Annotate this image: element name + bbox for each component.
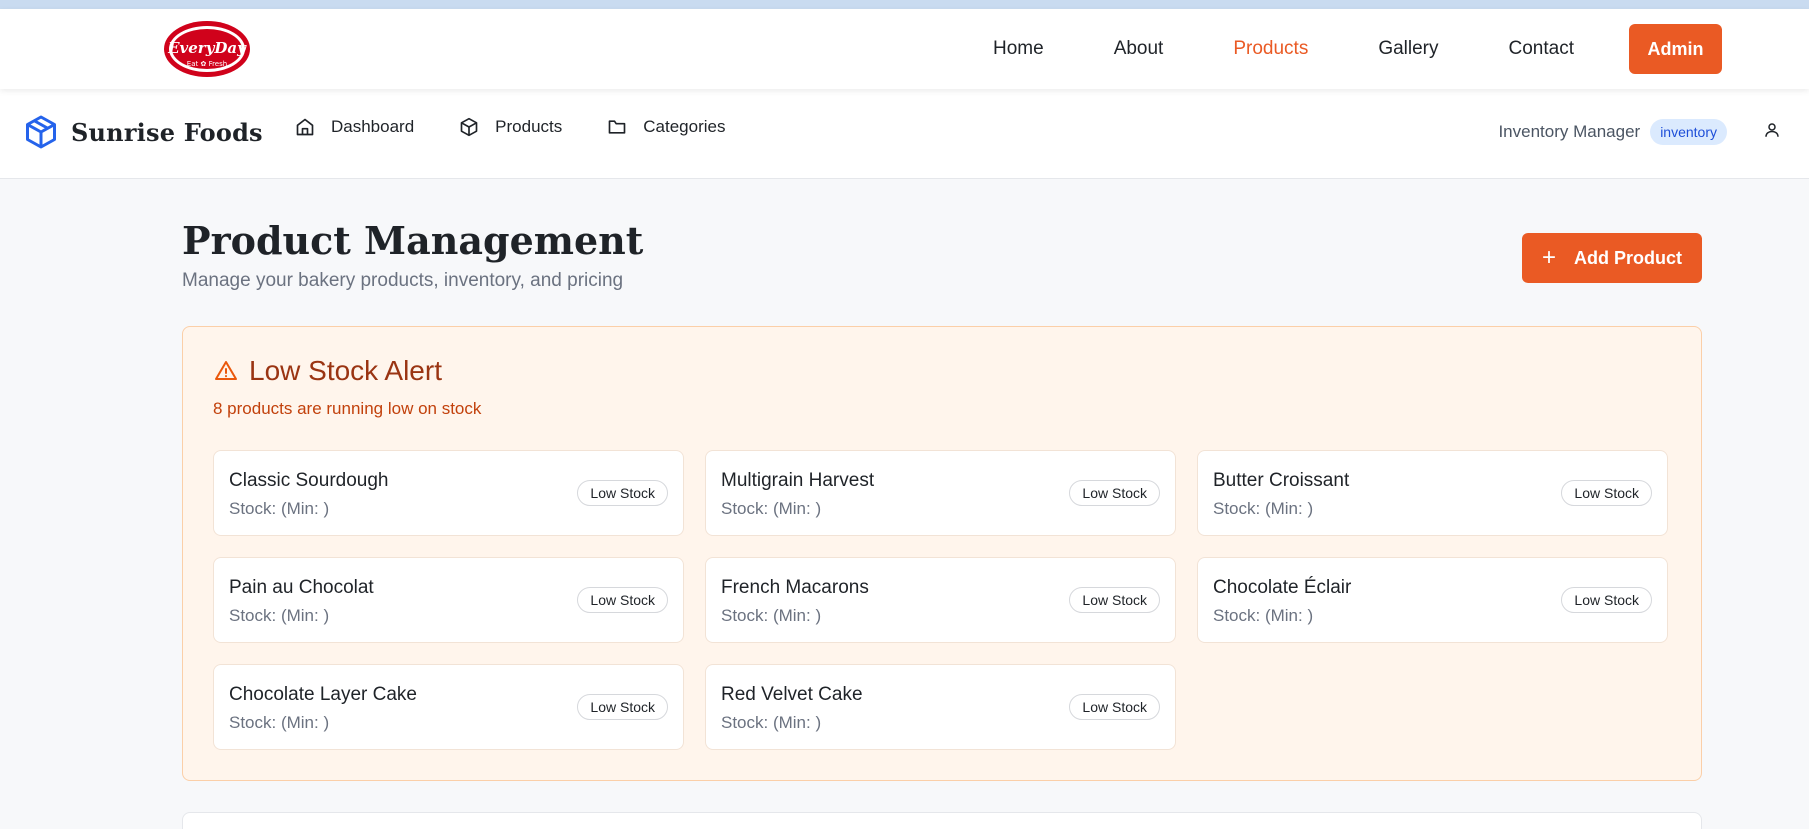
app-nav-dashboard-label: Dashboard bbox=[331, 117, 415, 136]
product-stock: Stock: (Min: ) bbox=[721, 606, 822, 625]
product-name: French Macarons bbox=[721, 577, 869, 598]
warning-triangle-icon bbox=[215, 361, 237, 380]
package-icon bbox=[460, 117, 478, 137]
user-role-label: Inventory Manager bbox=[1498, 122, 1641, 141]
app-bar: Sunrise Foods Dashboard Products Categor… bbox=[0, 89, 1809, 179]
product-name: Classic Sourdough bbox=[229, 470, 389, 491]
low-stock-badge: Low Stock bbox=[1069, 587, 1160, 613]
low-stock-badge: Low Stock bbox=[577, 694, 668, 720]
low-stock-badge: Low Stock bbox=[577, 587, 668, 613]
product-stock: Stock: (Min: ) bbox=[721, 713, 822, 732]
product-name: Chocolate Éclair bbox=[1213, 577, 1352, 598]
app-nav-categories-label: Categories bbox=[643, 117, 726, 136]
alert-title: Low Stock Alert bbox=[249, 355, 442, 386]
svg-text:Eat ✿ Fresh: Eat ✿ Fresh bbox=[187, 60, 227, 68]
product-name: Red Velvet Cake bbox=[721, 684, 863, 705]
add-product-button[interactable]: + Add Product bbox=[1522, 233, 1702, 283]
app-nav-products[interactable]: Products bbox=[459, 117, 562, 137]
low-stock-card[interactable]: Chocolate Layer Cake Stock: (Min: ) Low … bbox=[213, 664, 684, 750]
product-name: Pain au Chocolat bbox=[229, 577, 374, 598]
brand-name: Sunrise Foods bbox=[71, 117, 263, 147]
add-product-label: Add Product bbox=[1574, 247, 1682, 268]
low-stock-card[interactable]: Pain au Chocolat Stock: (Min: ) Low Stoc… bbox=[213, 557, 684, 643]
nav-about[interactable]: About bbox=[1114, 38, 1164, 60]
app-nav-products-label: Products bbox=[495, 117, 563, 136]
product-stock: Stock: (Min: ) bbox=[229, 713, 330, 732]
nav-contact[interactable]: Contact bbox=[1509, 38, 1574, 60]
brand[interactable]: Sunrise Foods bbox=[23, 113, 263, 151]
plus-icon: + bbox=[1541, 244, 1556, 271]
product-stock: Stock: (Min: ) bbox=[721, 499, 822, 518]
box-icon bbox=[26, 115, 56, 149]
page-title: Product Management bbox=[182, 218, 644, 263]
product-stock: Stock: (Min: ) bbox=[1213, 606, 1314, 625]
low-stock-badge: Low Stock bbox=[1069, 480, 1160, 506]
low-stock-badge: Low Stock bbox=[1561, 480, 1652, 506]
low-stock-card[interactable]: Multigrain Harvest Stock: (Min: ) Low St… bbox=[705, 450, 1176, 536]
product-name: Butter Croissant bbox=[1213, 470, 1350, 491]
role-badge: inventory bbox=[1650, 119, 1727, 145]
low-stock-alert: Low Stock Alert 8 products are running l… bbox=[182, 326, 1702, 781]
low-stock-card[interactable]: Butter Croissant Stock: (Min: ) Low Stoc… bbox=[1197, 450, 1668, 536]
low-stock-card[interactable]: French Macarons Stock: (Min: ) Low Stock bbox=[705, 557, 1176, 643]
svg-text:EveryDay: EveryDay bbox=[167, 39, 247, 57]
home-icon bbox=[296, 118, 314, 136]
product-stock: Stock: (Min: ) bbox=[1213, 499, 1314, 518]
app-nav-categories[interactable]: Categories bbox=[607, 117, 725, 137]
user-area: Inventory Manager inventory bbox=[1498, 119, 1781, 145]
products-table-panel bbox=[182, 812, 1702, 829]
everyday-logo[interactable]: EveryDay Eat ✿ Fresh bbox=[163, 20, 251, 78]
app-nav: Dashboard Products Categories bbox=[295, 117, 770, 137]
folder-icon bbox=[608, 120, 626, 134]
nav-gallery[interactable]: Gallery bbox=[1378, 38, 1438, 60]
site-nav: Home About Products Gallery Contact Admi… bbox=[993, 24, 1722, 74]
low-stock-card[interactable]: Red Velvet Cake Stock: (Min: ) Low Stock bbox=[705, 664, 1176, 750]
product-name: Multigrain Harvest bbox=[721, 470, 875, 491]
app-nav-dashboard[interactable]: Dashboard bbox=[295, 117, 414, 137]
low-stock-card[interactable]: Chocolate Éclair Stock: (Min: ) Low Stoc… bbox=[1197, 557, 1668, 643]
low-stock-grid: Classic Sourdough Stock: (Min: ) Low Sto… bbox=[213, 450, 1668, 750]
browser-top-strip bbox=[0, 0, 1809, 9]
page-subtitle: Manage your bakery products, inventory, … bbox=[182, 270, 624, 291]
user-icon[interactable] bbox=[1763, 121, 1781, 144]
alert-header: Low Stock Alert bbox=[213, 355, 442, 387]
product-stock: Stock: (Min: ) bbox=[229, 499, 330, 518]
low-stock-card[interactable]: Classic Sourdough Stock: (Min: ) Low Sto… bbox=[213, 450, 684, 536]
nav-products[interactable]: Products bbox=[1233, 38, 1308, 60]
low-stock-badge: Low Stock bbox=[1069, 694, 1160, 720]
alert-description: 8 products are running low on stock bbox=[213, 399, 482, 418]
admin-button[interactable]: Admin bbox=[1629, 24, 1722, 74]
site-header: EveryDay Eat ✿ Fresh Home About Products… bbox=[0, 9, 1809, 89]
product-name: Chocolate Layer Cake bbox=[229, 684, 417, 705]
low-stock-badge: Low Stock bbox=[1561, 587, 1652, 613]
low-stock-badge: Low Stock bbox=[577, 480, 668, 506]
nav-home[interactable]: Home bbox=[993, 38, 1044, 60]
product-stock: Stock: (Min: ) bbox=[229, 606, 330, 625]
